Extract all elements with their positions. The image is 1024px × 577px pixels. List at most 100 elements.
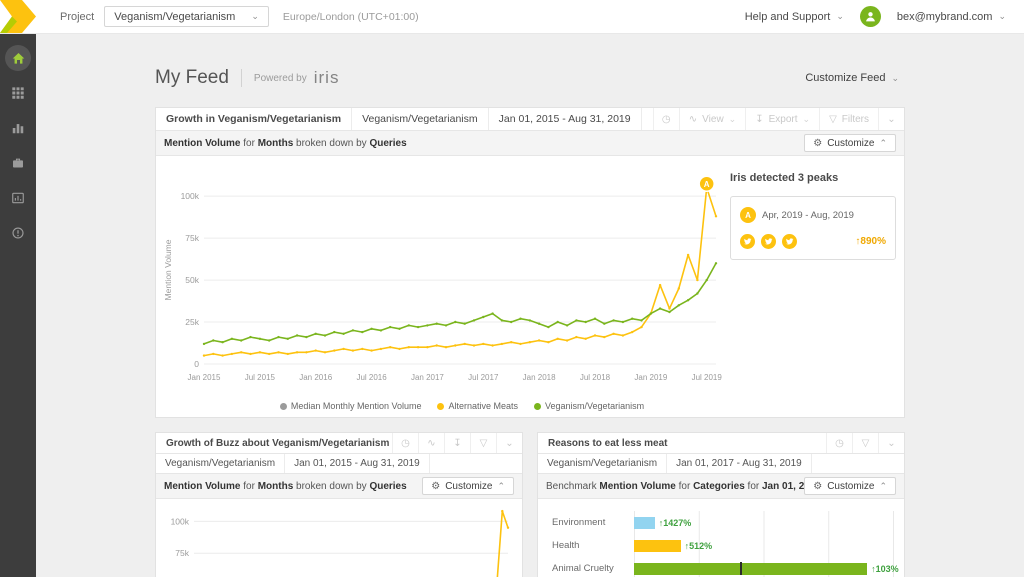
- user-avatar[interactable]: [860, 6, 881, 27]
- twitter-bird-icon: [764, 237, 773, 246]
- customize-button[interactable]: ⚙ Customize ⌃: [422, 477, 514, 495]
- chevron-down-icon: ⌄: [803, 115, 811, 124]
- download-icon[interactable]: ↧: [444, 433, 470, 453]
- user-menu[interactable]: bex@mybrand.com ⌄: [891, 10, 1012, 24]
- legend-dot: [534, 403, 541, 410]
- panel-growth-header: Growth in Veganism/Vegetarianism Veganis…: [156, 108, 904, 131]
- chart-type-icon[interactable]: ∿: [418, 433, 444, 453]
- history-icon[interactable]: ◷: [826, 433, 852, 453]
- main-content: My Feed Powered by iris Customize Feed ⌄…: [36, 33, 1024, 577]
- sidebar: [0, 33, 36, 577]
- sidebar-item-alerts[interactable]: [5, 220, 31, 246]
- history-icon[interactable]: ◷: [392, 433, 418, 453]
- bottom-panels-row: Growth of Buzz about Veganism/Vegetarian…: [155, 432, 905, 577]
- filter-icon[interactable]: ▽: [852, 433, 878, 453]
- buzz-chart-area: 025k50k75k100kJan 2015Jul 2015Jan 2016Ju…: [156, 499, 522, 577]
- export-menu[interactable]: ↧ Export ⌄: [745, 108, 819, 130]
- panel-buzz-subheader: Veganism/Vegetarianism Jan 01, 2015 - Au…: [156, 454, 522, 474]
- benchmark-row: Animal Cruelty↑103%: [546, 557, 894, 577]
- peak-date-range: Apr, 2019 - Aug, 2019: [762, 210, 854, 221]
- feed-header: My Feed Powered by iris Customize Feed ⌄: [155, 63, 905, 93]
- panel-buzz-query[interactable]: Veganism/Vegetarianism: [156, 454, 285, 473]
- benchmark-bar[interactable]: [634, 517, 655, 529]
- collapse-panel-icon[interactable]: ⌄: [496, 433, 522, 453]
- history-icon[interactable]: ◷: [653, 108, 679, 130]
- twitter-icon[interactable]: [761, 234, 776, 249]
- legend-item[interactable]: Alternative Meats: [437, 401, 518, 411]
- svg-text:Jul 2019: Jul 2019: [692, 373, 723, 382]
- growth-legend: Median Monthly Mention Volume Alternative…: [162, 399, 728, 415]
- twitter-icon[interactable]: [740, 234, 755, 249]
- panel-growth-query[interactable]: Veganism/Vegetarianism: [352, 108, 489, 130]
- panel-reasons-daterange[interactable]: Jan 01, 2017 - Aug 31, 2019: [667, 454, 812, 473]
- svg-text:25k: 25k: [185, 317, 199, 327]
- svg-text:Jan 2019: Jan 2019: [634, 373, 667, 382]
- chevron-down-icon: ⌄: [836, 12, 844, 21]
- benchmark-track: ↑1427%: [634, 511, 894, 534]
- powered-by-label: Powered by: [254, 73, 307, 84]
- chevron-up-icon: ⌃: [497, 482, 505, 491]
- chevron-down-icon: ⌄: [729, 115, 737, 124]
- chart-type-icon: ∿: [689, 114, 697, 125]
- chevron-down-icon: ⌄: [998, 12, 1006, 21]
- brand-logo-icon: [0, 0, 36, 33]
- panel-reasons: Reasons to eat less meat ◷ ▽ ⌄ Veganism/…: [537, 432, 905, 577]
- iris-insights-panel: Iris detected 3 peaks A Apr, 2019 - Aug,…: [728, 162, 898, 415]
- benchmark-bar[interactable]: [634, 563, 867, 575]
- filter-icon[interactable]: ▽: [470, 433, 496, 453]
- customize-button[interactable]: ⚙ Customize ⌃: [804, 134, 896, 152]
- project-selector[interactable]: Veganism/Vegetarianism ⌄: [104, 6, 269, 27]
- peak-card-sources: ↑890%: [740, 234, 886, 249]
- sidebar-item-dashboards[interactable]: [5, 185, 31, 211]
- home-icon: [11, 51, 26, 66]
- collapse-panel-icon[interactable]: ⌄: [878, 108, 904, 130]
- sidebar-item-analytics[interactable]: [5, 115, 31, 141]
- panel-buzz-title: Growth of Buzz about Veganism/Vegetarian…: [156, 433, 392, 453]
- benchmark-category-label: Health: [546, 540, 634, 551]
- help-support-menu[interactable]: Help and Support ⌄: [739, 10, 850, 24]
- project-label: Project: [60, 11, 94, 23]
- sidebar-item-apps[interactable]: [5, 80, 31, 106]
- twitter-icon[interactable]: [782, 234, 797, 249]
- chevron-up-icon: ⌃: [879, 139, 887, 148]
- chevron-up-icon: ⌃: [879, 482, 887, 491]
- page-title: My Feed: [155, 67, 229, 89]
- benchmark-track: ↑103%: [634, 557, 894, 577]
- panel-buzz-daterange[interactable]: Jan 01, 2015 - Aug 31, 2019: [285, 454, 430, 473]
- svg-text:Jan 2016: Jan 2016: [299, 373, 332, 382]
- svg-text:Jul 2017: Jul 2017: [468, 373, 499, 382]
- header-filler: [430, 454, 522, 473]
- svg-text:Jul 2018: Jul 2018: [580, 373, 611, 382]
- panel-reasons-config-bar: Benchmark Mention Volume for Categories …: [538, 474, 904, 499]
- legend-item[interactable]: Veganism/Vegetarianism: [534, 401, 644, 411]
- panel-reasons-title: Reasons to eat less meat: [538, 433, 826, 453]
- svg-text:50k: 50k: [185, 275, 199, 285]
- iris-logo: iris: [314, 68, 340, 88]
- svg-text:Jul 2015: Jul 2015: [245, 373, 276, 382]
- collapse-panel-icon[interactable]: ⌄: [878, 433, 904, 453]
- view-menu[interactable]: ∿ View ⌄: [679, 108, 745, 130]
- sidebar-item-projects[interactable]: [5, 150, 31, 176]
- app-window: Project Veganism/Vegetarianism ⌄ Europe/…: [0, 0, 1024, 577]
- peak-card[interactable]: A Apr, 2019 - Aug, 2019: [730, 196, 896, 260]
- customize-button[interactable]: ⚙ Customize ⌃: [804, 477, 896, 495]
- bar-chart-icon: [11, 121, 25, 135]
- panel-buzz-config-bar: Mention Volume for Months broken down by…: [156, 474, 522, 499]
- header-filler: [812, 454, 904, 473]
- brand-logo[interactable]: [0, 0, 36, 33]
- panel-growth-daterange[interactable]: Jan 01, 2015 - Aug 31, 2019: [489, 108, 642, 130]
- iris-peaks-heading: Iris detected 3 peaks: [730, 172, 896, 184]
- briefcase-icon: [11, 156, 25, 170]
- filters-button[interactable]: ▽ Filters: [819, 108, 878, 130]
- benchmark-row: Health↑512%: [546, 534, 894, 557]
- panel-reasons-query[interactable]: Veganism/Vegetarianism: [538, 454, 667, 473]
- svg-text:75k: 75k: [185, 233, 199, 243]
- sidebar-item-home[interactable]: [5, 45, 31, 71]
- dashboard-icon: [11, 191, 25, 205]
- legend-item[interactable]: Median Monthly Mention Volume: [280, 401, 422, 411]
- header-divider: [241, 69, 242, 87]
- chevron-down-icon: ⌄: [251, 12, 259, 21]
- alert-icon: [11, 226, 25, 240]
- benchmark-bar[interactable]: [634, 540, 681, 552]
- customize-feed-button[interactable]: Customize Feed ⌄: [799, 71, 905, 85]
